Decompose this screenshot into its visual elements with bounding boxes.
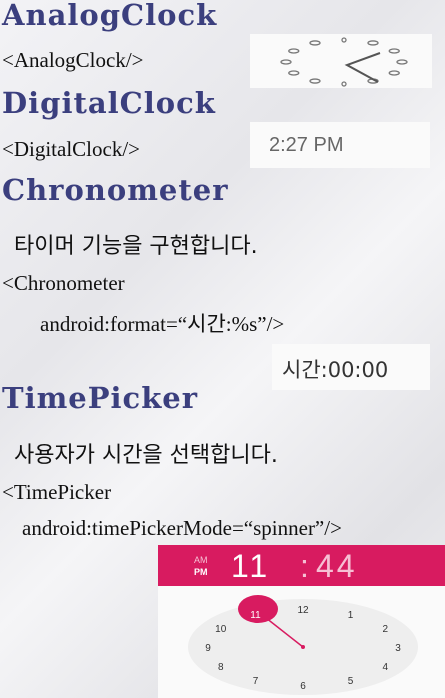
timepicker-title: TimePicker bbox=[2, 381, 199, 415]
analogclock-title: AnalogClock bbox=[2, 0, 218, 32]
hour-number-10[interactable]: 10 bbox=[215, 624, 227, 635]
pm-toggle[interactable]: PM bbox=[194, 567, 208, 577]
chronometer-title: Chronometer bbox=[2, 173, 229, 207]
hour-number-3[interactable]: 3 bbox=[395, 643, 401, 654]
analogclock-code: <AnalogClock/> bbox=[2, 48, 144, 72]
am-toggle[interactable]: AM bbox=[194, 555, 208, 565]
clock-tick bbox=[280, 59, 292, 65]
chronometer-code-1: <Chronometer bbox=[2, 271, 125, 295]
clock-tick bbox=[309, 40, 321, 46]
hour-number-8[interactable]: 8 bbox=[218, 662, 224, 673]
hour-number-12[interactable]: 12 bbox=[297, 605, 309, 616]
analog-clock-widget bbox=[250, 34, 432, 88]
hour-number-1[interactable]: 1 bbox=[348, 610, 354, 621]
timepicker-code-1: <TimePicker bbox=[2, 480, 112, 504]
chronometer-time: 시간:00:00 bbox=[282, 358, 389, 382]
hour-number-2[interactable]: 2 bbox=[382, 624, 388, 635]
digital-clock-widget: 2:27 PM bbox=[250, 122, 430, 168]
timepicker-desc: 사용자가 시간을 선택합니다. bbox=[14, 443, 278, 468]
time-separator: : bbox=[300, 548, 309, 584]
timepicker-code-2: android:timePickerMode=“spinner”/> bbox=[22, 516, 342, 540]
analog-clock-icon bbox=[280, 37, 408, 87]
digitalclock-code: <DigitalClock/> bbox=[2, 137, 141, 161]
hour-number-5[interactable]: 5 bbox=[348, 676, 354, 687]
chronometer-widget: 시간:00:00 bbox=[272, 344, 430, 390]
timepicker-widget: AM PM 11 : 44 12 1 2 3 4 5 6 7 8 9 10 11 bbox=[158, 545, 445, 698]
clock-tick bbox=[288, 70, 300, 76]
clock-tick bbox=[396, 59, 408, 65]
minute-display[interactable]: 44 bbox=[316, 548, 358, 585]
hour-number-11[interactable]: 11 bbox=[250, 610, 261, 621]
digital-clock-time: 2:27 PM bbox=[269, 134, 344, 156]
clock-tick bbox=[341, 37, 347, 43]
hour-number-4[interactable]: 4 bbox=[382, 662, 388, 673]
timepicker-header: AM PM 11 : 44 bbox=[158, 545, 445, 586]
clock-tick bbox=[341, 81, 347, 87]
clock-dial[interactable]: 12 1234567891011 bbox=[158, 586, 445, 698]
clock-tick bbox=[388, 70, 400, 76]
digitalclock-title: DigitalClock bbox=[2, 86, 216, 120]
hour-display[interactable]: 11 bbox=[231, 548, 270, 585]
chronometer-desc: 타이머 기능을 구현합니다. bbox=[14, 234, 258, 259]
clock-tick bbox=[288, 48, 300, 54]
clock-tick bbox=[367, 40, 379, 46]
hour-number-6[interactable]: 6 bbox=[300, 681, 306, 692]
hour-number-9[interactable]: 9 bbox=[205, 643, 211, 654]
hour-number-7[interactable]: 7 bbox=[253, 676, 259, 687]
chronometer-code-2: android:format=“시간:%s”/> bbox=[40, 312, 285, 336]
clock-tick bbox=[388, 48, 400, 54]
clock-tick bbox=[309, 78, 321, 84]
